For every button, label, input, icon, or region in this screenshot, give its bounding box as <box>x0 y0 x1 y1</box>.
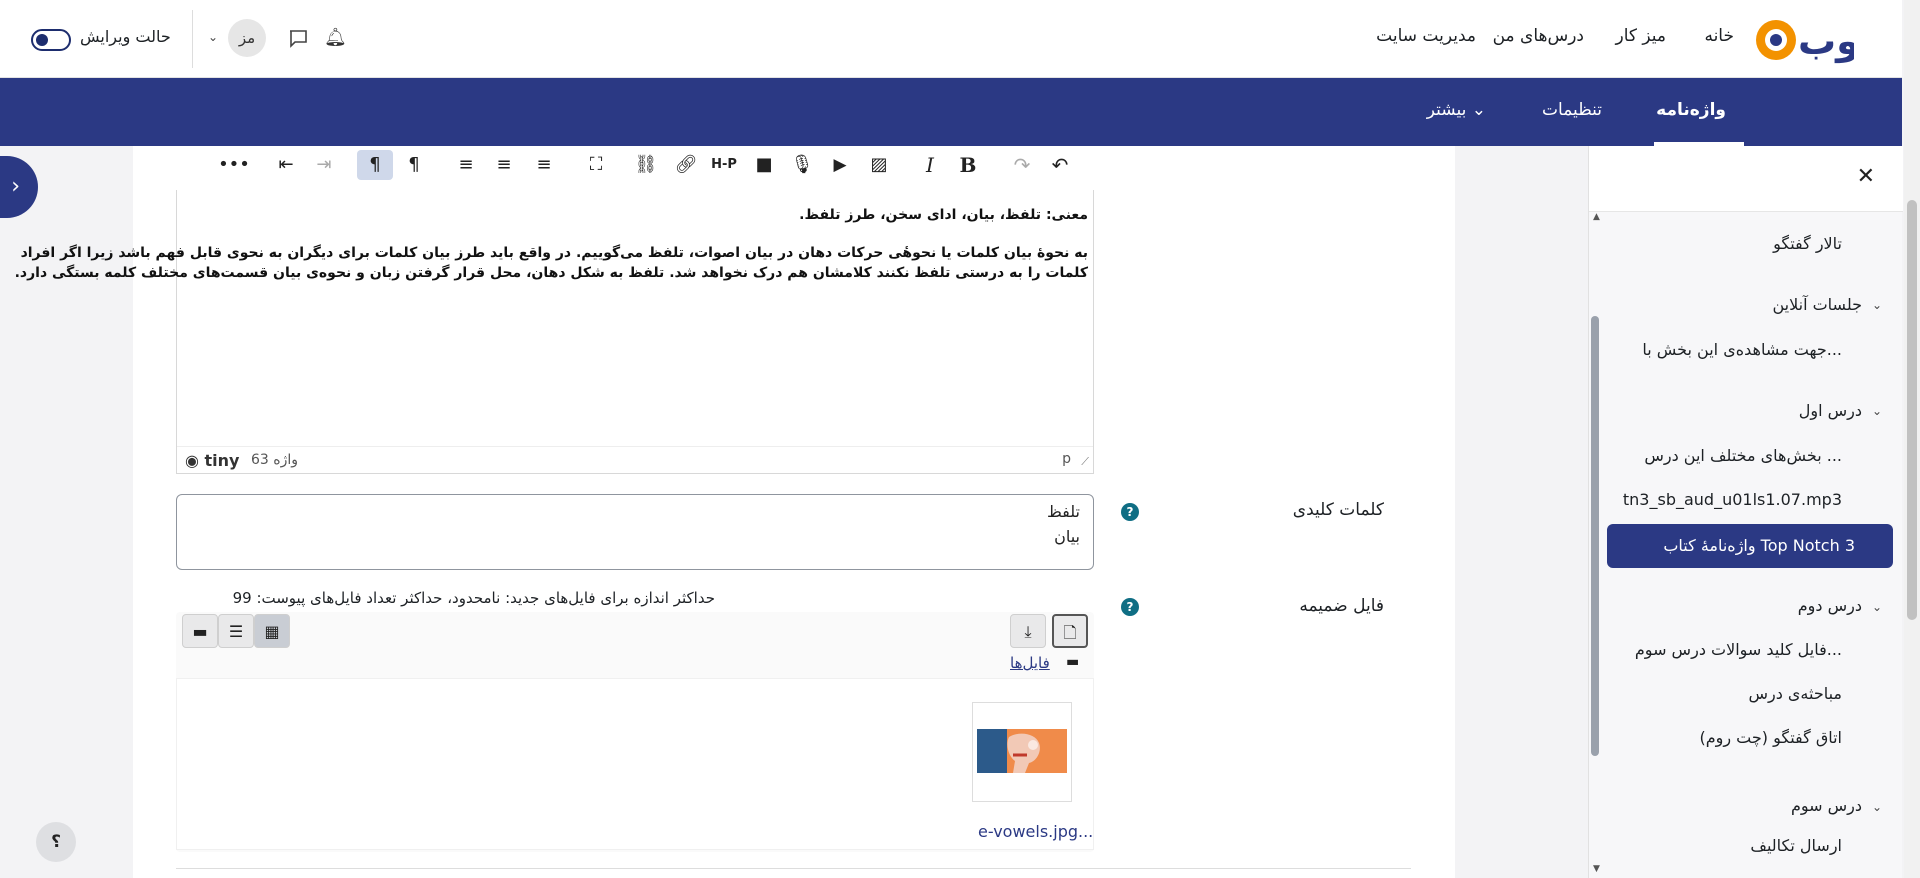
drawer-item[interactable]: تالار گفتگو <box>1773 234 1842 253</box>
more-icon[interactable]: ••• <box>216 150 252 180</box>
top-navbar: وب خانه میز کار درس‌های من مدیریت سایت 🔔… <box>0 0 1902 78</box>
site-logo[interactable]: وب <box>1754 10 1854 68</box>
drawer-section[interactable]: جلسات آنلاین <box>1772 295 1862 314</box>
tab-settings[interactable]: تنظیمات <box>1542 100 1602 120</box>
editor-paragraph[interactable]: به نحوهٔ بیان کلمات یا نحوهٔی حرکات دهان… <box>21 245 1088 261</box>
file-area <box>176 678 1094 850</box>
keyword-line: تلفظ <box>1046 502 1080 521</box>
editor-paragraph[interactable]: معنی: تلفظ، بیان، ادای سخن، طرز تلفظ. <box>799 207 1088 223</box>
microphone-icon[interactable]: 🎙︎ <box>784 150 820 180</box>
resize-handle[interactable]: ⟋ <box>1081 455 1089 469</box>
attachment-label: فایل ضمیمه <box>1299 596 1384 616</box>
course-index-drawer: ✕ ▲ ▼ تالار گفتگو ⌄ جلسات آنلاین جهت مشا… <box>1588 146 1903 878</box>
drawer-item-active[interactable]: واژه‌نامهٔ کتاب Top Notch 3 <box>1607 524 1893 568</box>
tab-glossary[interactable]: واژه‌نامه <box>1656 100 1726 120</box>
drawer-item[interactable]: ارسال تکالیف <box>1750 836 1842 855</box>
nav-site-admin[interactable]: مدیریت سایت <box>1376 26 1476 46</box>
open-left-drawer-button[interactable]: › <box>0 156 38 218</box>
image-thumbnail <box>977 729 1067 773</box>
drawer-header: ✕ <box>1589 146 1903 212</box>
secondary-navigation: واژه‌نامه تنظیمات بیشتر ⌄ <box>0 78 1902 146</box>
indent-icon[interactable]: ⇥ <box>306 150 342 180</box>
edit-mode-toggle[interactable] <box>31 29 71 51</box>
add-file-button[interactable]: 🗋︎ <box>1052 614 1088 648</box>
word-count[interactable]: 63 واژه <box>251 452 298 468</box>
toggle-knob <box>36 34 48 46</box>
drawer-item[interactable]: tn3_sb_aud_u01ls1.07.mp3 <box>1623 490 1842 509</box>
rtl-icon[interactable]: ¶ <box>357 150 393 180</box>
element-path[interactable]: p <box>1062 451 1071 467</box>
page-scrollbar-thumb[interactable] <box>1907 200 1917 620</box>
help-icon[interactable]: ? <box>1121 598 1139 616</box>
media-icon[interactable]: ▶ <box>822 150 858 180</box>
h5p-icon[interactable]: H-P <box>706 150 742 180</box>
file-thumbnail[interactable] <box>972 702 1072 802</box>
keywords-label: کلمات کلیدی <box>1292 500 1384 520</box>
files-breadcrumb-link[interactable]: فایل‌ها <box>1010 654 1050 672</box>
keyword-line: بیان <box>1054 527 1080 546</box>
folder-icon: ▬ <box>1066 654 1080 670</box>
message-icon[interactable] <box>288 28 308 48</box>
svg-text:وب: وب <box>1798 19 1854 64</box>
chevron-down-icon[interactable]: ⌄ <box>1872 298 1882 312</box>
drawer-section[interactable]: درس سوم <box>1791 796 1862 815</box>
video-icon[interactable]: ■ <box>746 150 782 180</box>
chevron-down-icon[interactable]: ⌄ <box>1872 800 1882 814</box>
rich-text-editor[interactable] <box>176 146 1094 474</box>
drawer-scrollbar[interactable] <box>1591 316 1599 756</box>
avatar[interactable]: مز <box>228 19 266 57</box>
drawer-item[interactable]: جهت مشاهده‌ی این بخش با... <box>1642 340 1842 359</box>
chevron-down-icon[interactable]: ⌄ <box>1872 600 1882 614</box>
align-left-icon[interactable]: ≡ <box>526 150 562 180</box>
italic-icon[interactable]: I <box>912 150 948 180</box>
ltr-icon[interactable]: ¶ <box>396 150 432 180</box>
folder-view-button[interactable]: ▬ <box>182 614 218 648</box>
redo-icon[interactable]: ↷ <box>1004 150 1040 180</box>
list-view-button[interactable]: ☰ <box>218 614 254 648</box>
help-button[interactable]: ؟ <box>36 822 76 862</box>
tab-more[interactable]: بیشتر ⌄ <box>1427 100 1486 120</box>
align-right-icon[interactable]: ≡ <box>448 150 484 180</box>
scroll-up-arrow[interactable]: ▲ <box>1593 212 1600 222</box>
bold-icon[interactable]: B <box>950 150 986 180</box>
link-icon[interactable]: 🔗︎ <box>668 150 704 180</box>
divider <box>192 10 193 68</box>
unlink-icon[interactable]: ⛓ <box>628 150 664 180</box>
scroll-down-arrow[interactable]: ▼ <box>1593 864 1600 874</box>
chevron-down-icon[interactable]: ⌄ <box>208 30 218 44</box>
upload-limit-text: حداکثر اندازه برای فایل‌های جدید: نامحدو… <box>232 589 715 607</box>
tiny-logo[interactable]: ◉ tiny <box>185 451 239 470</box>
grid-view-button[interactable]: ▦ <box>254 614 290 648</box>
chevron-down-icon[interactable]: ⌄ <box>1872 404 1882 418</box>
bell-icon[interactable]: 🔔︎ <box>324 27 347 48</box>
align-center-icon[interactable]: ≡ <box>486 150 522 180</box>
file-name[interactable]: e-vowels.jpg... <box>978 822 1093 841</box>
editor-paragraph[interactable]: کلمات را به درستی تلفظ نکنند کلامشان هم … <box>15 265 1088 281</box>
download-button[interactable]: ⤓ <box>1010 614 1046 648</box>
drawer-section[interactable]: درس دوم <box>1798 596 1862 615</box>
nav-home[interactable]: خانه <box>1704 26 1734 46</box>
drawer-item[interactable]: فایل کلید سوالات درس سوم... <box>1635 640 1842 659</box>
drawer-item[interactable]: اتاق گفتگو (چت روم) <box>1699 728 1842 747</box>
keywords-textarea[interactable] <box>176 494 1094 570</box>
drawer-section[interactable]: درس اول <box>1799 401 1862 420</box>
nav-dashboard[interactable]: میز کار <box>1615 26 1666 46</box>
divider <box>176 868 1411 869</box>
drawer-item[interactable]: بخش‌های مختلف این درس ... <box>1644 446 1842 465</box>
nav-my-courses[interactable]: درس‌های من <box>1493 26 1584 46</box>
undo-icon[interactable]: ↶ <box>1042 150 1078 180</box>
close-icon[interactable]: ✕ <box>1857 164 1875 189</box>
image-icon[interactable]: ▨ <box>861 150 897 180</box>
help-icon[interactable]: ? <box>1121 503 1139 521</box>
outdent-icon[interactable]: ⇤ <box>268 150 304 180</box>
drawer-item[interactable]: مباحثه‌ی درس <box>1748 684 1842 703</box>
editor-statusbar: ◉ tiny 63 واژه p ⟋ <box>177 446 1093 473</box>
edit-mode-label: حالت ویرایش <box>80 27 171 46</box>
fullscreen-icon[interactable]: ⛶ <box>578 150 614 180</box>
